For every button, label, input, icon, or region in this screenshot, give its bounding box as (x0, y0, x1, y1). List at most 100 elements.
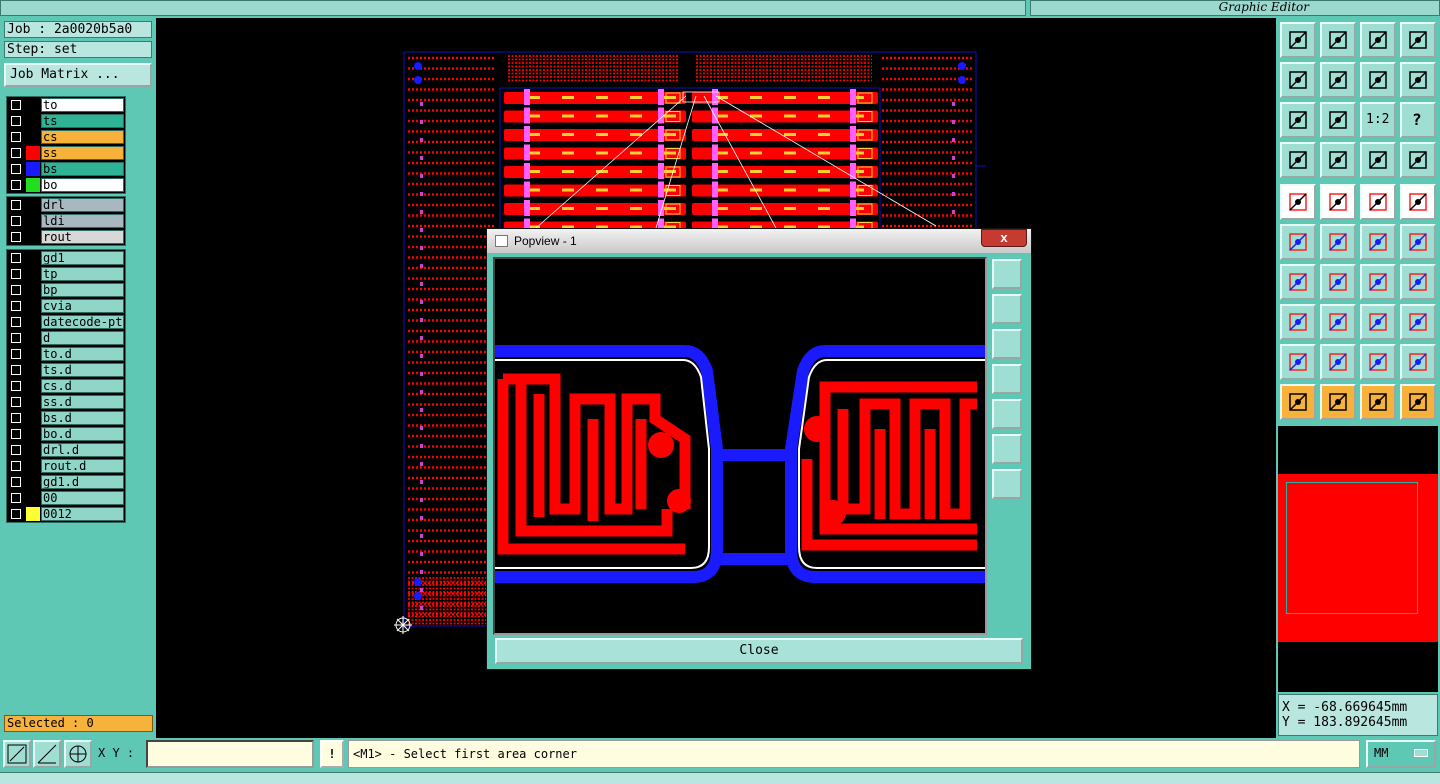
layer-color-swatch[interactable] (26, 130, 40, 144)
layer-row-ss[interactable]: ss (7, 145, 125, 161)
layer-checkbox[interactable] (11, 148, 21, 158)
layer-row-to[interactable]: to (7, 97, 125, 113)
layer-name[interactable]: gd1 (41, 251, 124, 265)
layer-name[interactable]: to (41, 98, 124, 112)
info-icon[interactable]: ! (320, 740, 344, 768)
layer-color-swatch[interactable] (26, 379, 40, 393)
layer-row-bs[interactable]: bs (7, 161, 125, 177)
layer-checkbox[interactable] (11, 116, 21, 126)
pan-left-tool-button[interactable] (1280, 62, 1316, 98)
layer-checkbox[interactable] (11, 333, 21, 343)
layer-name[interactable]: tp (41, 267, 124, 281)
layer-name[interactable]: ss.d (41, 395, 124, 409)
grid-button[interactable] (64, 740, 92, 768)
overview-view-box[interactable] (1286, 482, 1418, 614)
layer-row-ldi[interactable]: ldi (7, 213, 125, 229)
layer-name[interactable]: ldi (41, 214, 124, 228)
popview-close-button[interactable]: Close (495, 638, 1023, 664)
layer-checkbox[interactable] (11, 253, 21, 263)
layer-row-gd1-d[interactable]: gd1.d (7, 474, 125, 490)
layer-checkbox[interactable] (11, 365, 21, 375)
layer-row-bs-d[interactable]: bs.d (7, 410, 125, 426)
popview-pan-left-button[interactable] (992, 364, 1022, 394)
route-tool-button[interactable] (1400, 224, 1436, 260)
layer-color-swatch[interactable] (26, 491, 40, 505)
layer-row-rout[interactable]: rout (7, 229, 125, 245)
text-tool-button[interactable] (1400, 264, 1436, 300)
layer-color-swatch[interactable] (26, 98, 40, 112)
measure-button[interactable] (33, 740, 61, 768)
layer-name[interactable]: rout.d (41, 459, 124, 473)
layer-name[interactable]: drl (41, 198, 124, 212)
popview-pan-right-button[interactable] (992, 399, 1022, 429)
popview-pan-up-button[interactable] (992, 294, 1022, 324)
layer-checkbox[interactable] (11, 445, 21, 455)
ruler-tool-button[interactable] (1360, 184, 1396, 220)
zoom-area-button[interactable] (3, 740, 31, 768)
layer-color-swatch[interactable] (26, 267, 40, 281)
layer-row-tp[interactable]: tp (7, 266, 125, 282)
popview-zoom-view[interactable] (493, 257, 987, 635)
layer-row-cs[interactable]: cs (7, 129, 125, 145)
snap-point-tool-button[interactable] (1280, 304, 1316, 340)
layer-row-0012[interactable]: 0012 (7, 506, 125, 522)
select-box-tool-button[interactable] (1320, 384, 1356, 420)
layer-color-swatch[interactable] (26, 475, 40, 489)
layer-color-swatch[interactable] (26, 507, 40, 521)
arc-tool-button[interactable] (1360, 264, 1396, 300)
layer-checkbox[interactable] (11, 477, 21, 487)
layer-checkbox[interactable] (11, 349, 21, 359)
zoom-ratio-tool-button[interactable]: 1:2 (1360, 102, 1396, 138)
layer-checkbox[interactable] (11, 180, 21, 190)
add-pad-tool-button[interactable] (1280, 184, 1316, 220)
paste-tool-button[interactable] (1320, 22, 1356, 58)
overview-map[interactable] (1278, 426, 1438, 692)
layer-name[interactable]: ts (41, 114, 124, 128)
triangle-tool-button[interactable] (1320, 344, 1356, 380)
cutout-tool-button[interactable] (1400, 184, 1436, 220)
layer-checkbox[interactable] (11, 493, 21, 503)
layer-color-swatch[interactable] (26, 283, 40, 297)
layer-checkbox[interactable] (11, 132, 21, 142)
layer-checkbox[interactable] (11, 461, 21, 471)
xy-input[interactable] (146, 740, 314, 768)
layer-row-gd1[interactable]: gd1 (7, 250, 125, 266)
layer-name[interactable]: ts.d (41, 363, 124, 377)
layer-checkbox[interactable] (11, 301, 21, 311)
popview-zoom-out-button[interactable] (992, 469, 1022, 499)
poly-edit-tool-button[interactable] (1280, 344, 1316, 380)
fit-view-tool-button[interactable] (1280, 102, 1316, 138)
layer-name[interactable]: cvia (41, 299, 124, 313)
layer-row-cs-d[interactable]: cs.d (7, 378, 125, 394)
add-line-tool-button[interactable] (1320, 184, 1356, 220)
layer-name[interactable]: datecode-ptc (41, 315, 124, 329)
layer-color-swatch[interactable] (26, 315, 40, 329)
layer-checkbox[interactable] (11, 317, 21, 327)
layer-row-drl[interactable]: drl (7, 197, 125, 213)
layer-color-swatch[interactable] (26, 347, 40, 361)
layer-row-d[interactable]: d (7, 330, 125, 346)
layer-color-swatch[interactable] (26, 395, 40, 409)
line-angle-tool-button[interactable] (1280, 264, 1316, 300)
layer-row-datecode-ptc[interactable]: datecode-ptc (7, 314, 125, 330)
units-select[interactable]: MM (1366, 740, 1436, 768)
shape-span-tool-button[interactable] (1400, 344, 1436, 380)
layer-row-ss-d[interactable]: ss.d (7, 394, 125, 410)
net-highlight-tool-button[interactable] (1400, 142, 1436, 178)
move-nodes-tool-button[interactable] (1280, 224, 1316, 260)
swap-tool-button[interactable] (1400, 62, 1436, 98)
path-tool-button[interactable] (1400, 384, 1436, 420)
layer-checkbox[interactable] (11, 100, 21, 110)
pan-right-tool-button[interactable] (1320, 62, 1356, 98)
center-view-tool-button[interactable] (1320, 102, 1356, 138)
layer-checkbox[interactable] (11, 509, 21, 519)
layer-name[interactable]: 0012 (41, 507, 124, 521)
job-matrix-button[interactable]: Job Matrix ... (4, 63, 152, 87)
layer-checkbox[interactable] (11, 381, 21, 391)
popview-pan-down-button[interactable] (992, 329, 1022, 359)
layer-name[interactable]: rout (41, 230, 124, 244)
popview-zoom-fit-button[interactable] (992, 259, 1022, 289)
pad-group-tool-button[interactable] (1400, 304, 1436, 340)
layer-checkbox[interactable] (11, 232, 21, 242)
layer-color-swatch[interactable] (26, 146, 40, 160)
